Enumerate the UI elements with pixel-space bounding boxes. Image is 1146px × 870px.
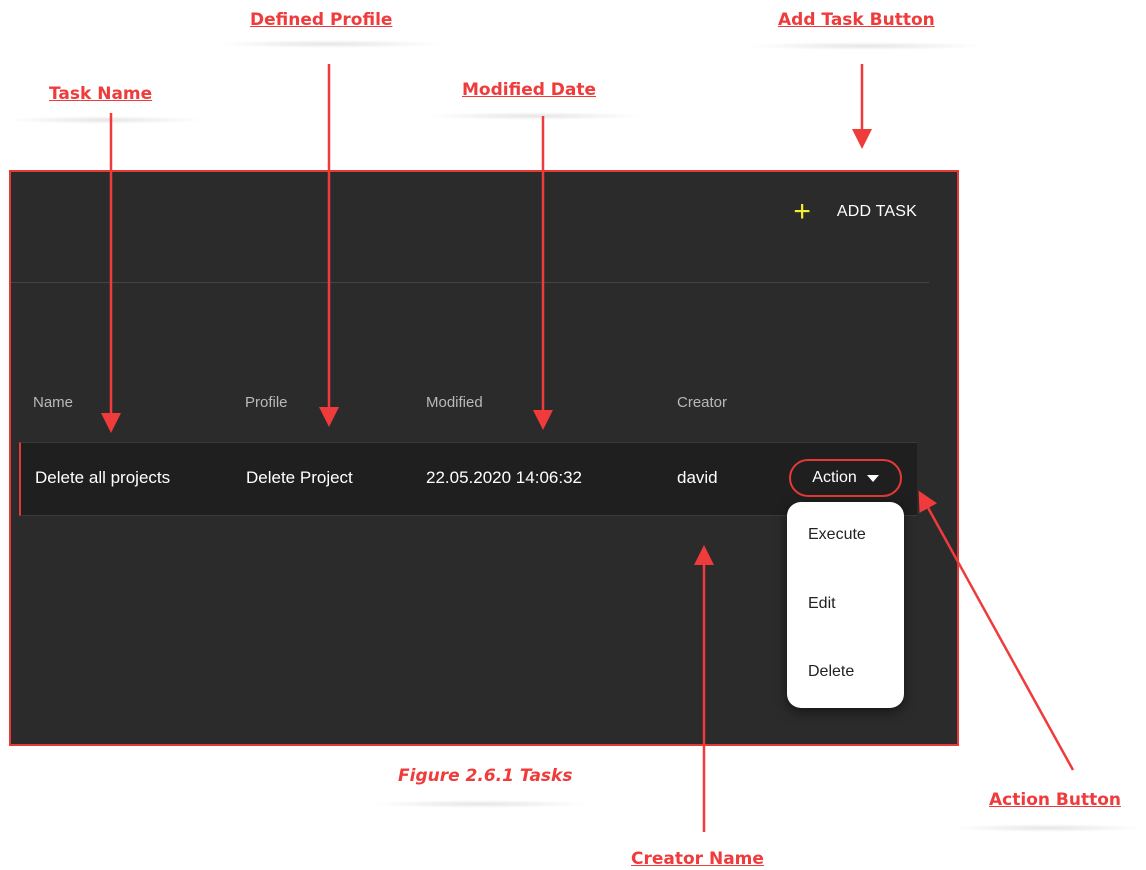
column-header-creator: Creator bbox=[677, 394, 728, 411]
menu-item-delete[interactable]: Delete bbox=[808, 663, 854, 681]
annotation-add-task-button: Add Task Button bbox=[778, 10, 935, 30]
add-task-label: ADD TASK bbox=[836, 203, 917, 220]
annotation-shadow bbox=[370, 800, 590, 808]
annotation-shadow bbox=[425, 112, 645, 120]
cell-creator: david bbox=[677, 468, 718, 487]
action-menu: Execute Edit Delete bbox=[787, 502, 904, 708]
annotation-task-name: Task Name bbox=[49, 84, 153, 104]
cell-profile: Delete Project bbox=[246, 468, 353, 487]
action-button[interactable]: Action bbox=[789, 459, 902, 497]
annotation-shadow bbox=[745, 42, 985, 50]
annotation-creator-name: Creator Name bbox=[631, 849, 764, 869]
menu-item-edit[interactable]: Edit bbox=[808, 595, 836, 613]
plus-icon: + bbox=[793, 195, 811, 228]
add-task-button[interactable]: + ADD TASK bbox=[793, 195, 917, 228]
column-header-profile: Profile bbox=[245, 394, 288, 411]
column-header-modified: Modified bbox=[426, 394, 483, 411]
action-label: Action bbox=[812, 469, 857, 486]
annotation-shadow bbox=[215, 40, 445, 48]
cell-modified: 22.05.2020 14:06:32 bbox=[426, 468, 582, 487]
annotation-action-button: Action Button bbox=[989, 790, 1121, 810]
annotation-defined-profile: Defined Profile bbox=[250, 10, 393, 30]
annotation-modified-date: Modified Date bbox=[462, 80, 597, 100]
toolbar-divider bbox=[11, 282, 929, 283]
cell-task-name: Delete all projects bbox=[35, 468, 171, 487]
tasks-panel: + ADD TASK Name Profile Modified Creator… bbox=[9, 170, 959, 746]
caret-down-icon bbox=[866, 474, 879, 482]
annotation-shadow bbox=[950, 824, 1146, 832]
menu-item-execute[interactable]: Execute bbox=[808, 526, 866, 544]
annotation-shadow bbox=[5, 116, 205, 124]
column-header-name: Name bbox=[33, 394, 74, 411]
figure-caption: Figure 2.6.1 Tasks bbox=[398, 766, 573, 786]
